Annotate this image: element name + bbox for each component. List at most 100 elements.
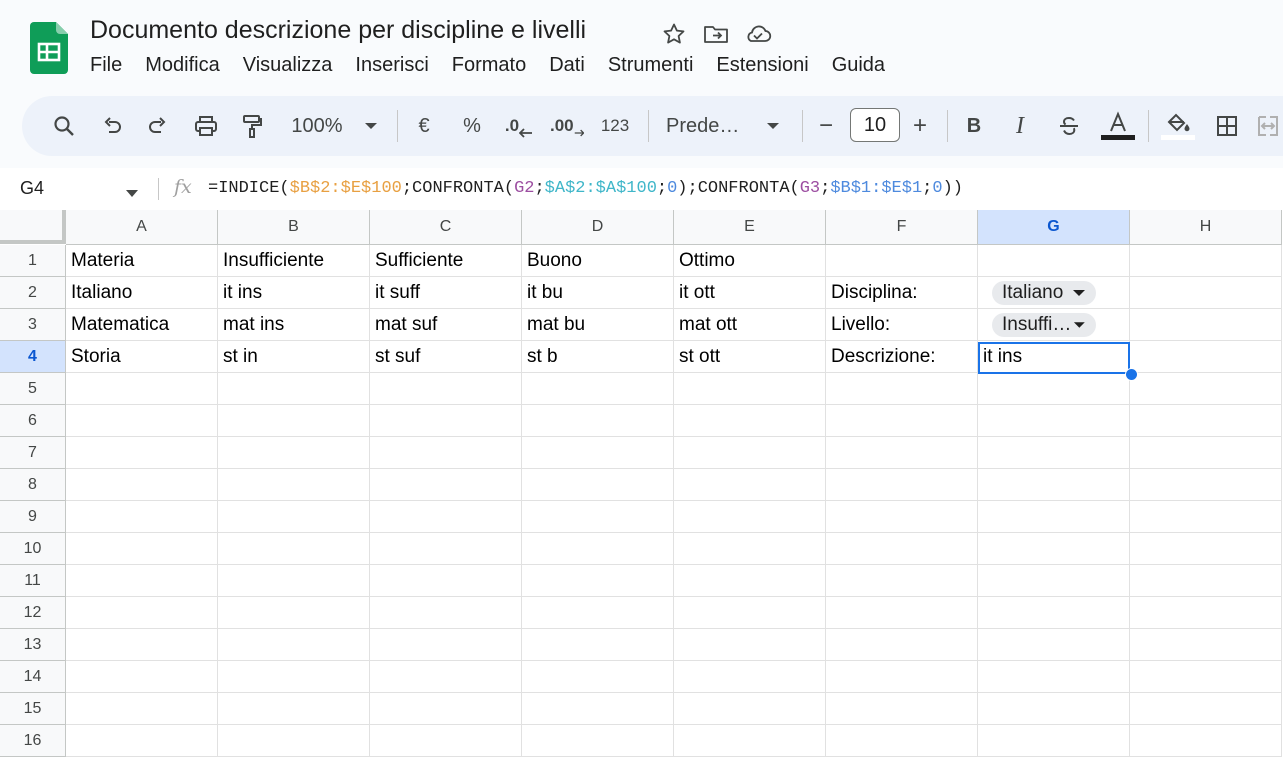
cell-h11[interactable]	[1130, 565, 1282, 597]
cell-b1[interactable]: Insufficiente	[218, 245, 370, 277]
cell-a6[interactable]	[66, 405, 218, 437]
column-header-f[interactable]: F	[826, 210, 978, 245]
cell-a16[interactable]	[66, 725, 218, 757]
number-format-button[interactable]: 123	[598, 96, 632, 156]
cell-a2[interactable]: Italiano	[66, 277, 218, 309]
cell-a4[interactable]: Storia	[66, 341, 218, 373]
cell-b6[interactable]	[218, 405, 370, 437]
cell-h5[interactable]	[1130, 373, 1282, 405]
column-header-d[interactable]: D	[522, 210, 674, 245]
cell-h7[interactable]	[1130, 437, 1282, 469]
cell-g3[interactable]: Insuffic…	[978, 309, 1130, 341]
cell-h14[interactable]	[1130, 661, 1282, 693]
cell-g5[interactable]	[978, 373, 1130, 405]
cell-b2[interactable]: it ins	[218, 277, 370, 309]
cell-b14[interactable]	[218, 661, 370, 693]
row-header-9[interactable]: 9	[0, 501, 66, 533]
cell-g4[interactable]: it ins	[978, 341, 1130, 373]
cell-d3[interactable]: mat bu	[522, 309, 674, 341]
strikethrough-icon[interactable]	[1054, 96, 1084, 156]
cell-d9[interactable]	[522, 501, 674, 533]
row-header-7[interactable]: 7	[0, 437, 66, 469]
cell-a13[interactable]	[66, 629, 218, 661]
cell-h1[interactable]	[1130, 245, 1282, 277]
cell-c7[interactable]	[370, 437, 522, 469]
cell-d10[interactable]	[522, 533, 674, 565]
cell-b8[interactable]	[218, 469, 370, 501]
row-header-14[interactable]: 14	[0, 661, 66, 693]
column-header-a[interactable]: A	[66, 210, 218, 245]
cell-d5[interactable]	[522, 373, 674, 405]
paint-format-icon[interactable]	[236, 96, 268, 156]
cell-f15[interactable]	[826, 693, 978, 725]
cell-e10[interactable]	[674, 533, 826, 565]
menu-strumenti[interactable]: Strumenti	[608, 54, 694, 77]
column-header-g[interactable]: G	[978, 210, 1130, 245]
cell-d13[interactable]	[522, 629, 674, 661]
cell-b11[interactable]	[218, 565, 370, 597]
cell-a9[interactable]	[66, 501, 218, 533]
cell-g8[interactable]	[978, 469, 1130, 501]
cell-g6[interactable]	[978, 405, 1130, 437]
cell-h10[interactable]	[1130, 533, 1282, 565]
cell-h4[interactable]	[1130, 341, 1282, 373]
cell-d15[interactable]	[522, 693, 674, 725]
cell-e1[interactable]: Ottimo	[674, 245, 826, 277]
cell-b7[interactable]	[218, 437, 370, 469]
cell-f3[interactable]: Livello:	[826, 309, 978, 341]
menu-visualizza[interactable]: Visualizza	[243, 54, 333, 77]
cell-h13[interactable]	[1130, 629, 1282, 661]
cell-d1[interactable]: Buono	[522, 245, 674, 277]
cell-h15[interactable]	[1130, 693, 1282, 725]
search-icon[interactable]	[48, 96, 80, 156]
cell-f2[interactable]: Disciplina:	[826, 277, 978, 309]
cell-e16[interactable]	[674, 725, 826, 757]
row-header-15[interactable]: 15	[0, 693, 66, 725]
cell-b12[interactable]	[218, 597, 370, 629]
row-header-6[interactable]: 6	[0, 405, 66, 437]
select-all-corner[interactable]	[0, 210, 66, 244]
menu-modifica[interactable]: Modifica	[145, 54, 219, 77]
cell-f13[interactable]	[826, 629, 978, 661]
cell-d11[interactable]	[522, 565, 674, 597]
cell-h9[interactable]	[1130, 501, 1282, 533]
star-icon[interactable]	[660, 20, 688, 48]
text-color-icon[interactable]	[1100, 96, 1136, 156]
print-icon[interactable]	[190, 96, 222, 156]
cell-b10[interactable]	[218, 533, 370, 565]
column-header-c[interactable]: C	[370, 210, 522, 245]
cell-e12[interactable]	[674, 597, 826, 629]
cell-c12[interactable]	[370, 597, 522, 629]
undo-icon[interactable]	[96, 96, 128, 156]
cell-a10[interactable]	[66, 533, 218, 565]
increase-font-size-button[interactable]: +	[908, 96, 932, 156]
menu-formato[interactable]: Formato	[452, 54, 526, 77]
cell-f14[interactable]	[826, 661, 978, 693]
cell-g10[interactable]	[978, 533, 1130, 565]
cell-a5[interactable]	[66, 373, 218, 405]
increase-decimals-button[interactable]: .00	[550, 96, 584, 156]
cell-b9[interactable]	[218, 501, 370, 533]
font-family-select[interactable]: Prede…	[666, 96, 746, 156]
name-box-dropdown-icon[interactable]	[126, 184, 138, 202]
menu-inserisci[interactable]: Inserisci	[355, 54, 428, 77]
row-header-2[interactable]: 2	[0, 277, 66, 309]
cell-e4[interactable]: st ott	[674, 341, 826, 373]
cell-g12[interactable]	[978, 597, 1130, 629]
cell-d8[interactable]	[522, 469, 674, 501]
cell-c1[interactable]: Sufficiente	[370, 245, 522, 277]
cell-c4[interactable]: st suf	[370, 341, 522, 373]
cell-a12[interactable]	[66, 597, 218, 629]
row-header-13[interactable]: 13	[0, 629, 66, 661]
cell-d2[interactable]: it bu	[522, 277, 674, 309]
cell-g14[interactable]	[978, 661, 1130, 693]
font-size-input[interactable]: 10	[850, 108, 900, 142]
row-header-1[interactable]: 1	[0, 245, 66, 277]
name-box[interactable]: G4	[20, 178, 44, 199]
cell-b16[interactable]	[218, 725, 370, 757]
cell-c10[interactable]	[370, 533, 522, 565]
cell-h2[interactable]	[1130, 277, 1282, 309]
cell-c6[interactable]	[370, 405, 522, 437]
zoom-dropdown-arrow-icon[interactable]	[360, 96, 382, 156]
row-header-5[interactable]: 5	[0, 373, 66, 405]
